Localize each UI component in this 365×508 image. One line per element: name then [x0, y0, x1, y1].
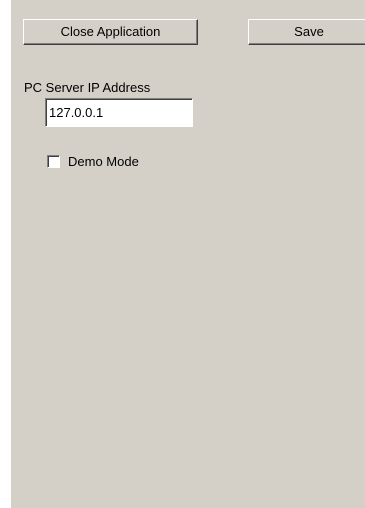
ip-address-input[interactable]: [45, 98, 193, 127]
settings-panel: Close Application Save PC Server IP Addr…: [11, 0, 365, 508]
save-button[interactable]: Save: [248, 19, 365, 45]
demo-mode-label[interactable]: Demo Mode: [68, 154, 139, 169]
close-application-button[interactable]: Close Application: [23, 19, 198, 45]
demo-mode-checkbox[interactable]: [47, 155, 60, 168]
ip-address-label: PC Server IP Address: [24, 80, 151, 95]
